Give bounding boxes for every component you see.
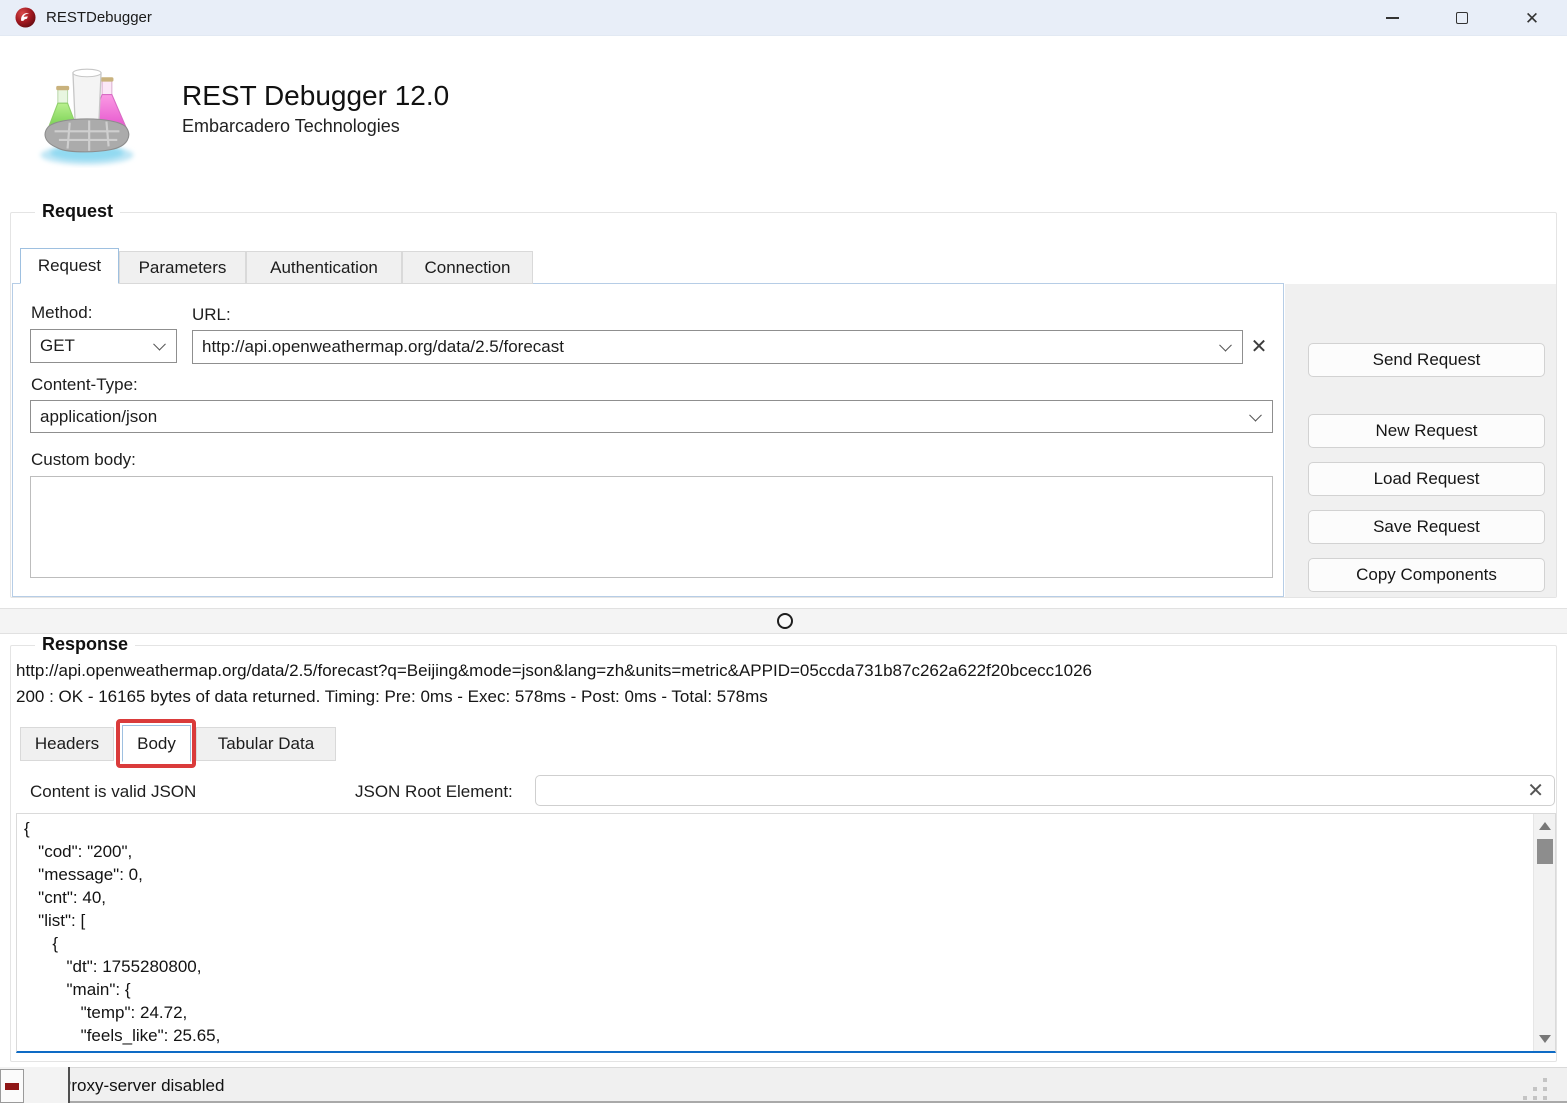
response-request-url: http://api.openweathermap.org/data/2.5/f… xyxy=(16,661,1092,681)
content-type-value: application/json xyxy=(40,407,157,427)
overlap-window-icon xyxy=(0,1069,24,1103)
response-body-memo[interactable]: { "cod": "200", "message": 0, "cnt": 40,… xyxy=(16,813,1556,1053)
response-body-json[interactable]: { "cod": "200", "message": 0, "cnt": 40,… xyxy=(24,817,224,1053)
response-group-label: Response xyxy=(35,634,135,655)
window-title: RESTDebugger xyxy=(46,9,152,26)
annotation-highlight-box xyxy=(116,719,196,768)
content-type-chevron-down-icon xyxy=(1249,408,1262,421)
url-value: http://api.openweathermap.org/data/2.5/f… xyxy=(202,337,564,357)
scroll-up-icon xyxy=(1539,822,1551,830)
new-request-label: New Request xyxy=(1375,421,1477,441)
status-bar: Proxy-server disabled xyxy=(0,1067,1567,1103)
json-root-element-field: ✕ xyxy=(535,775,1555,806)
minimize-icon xyxy=(1386,17,1399,19)
load-request-label: Load Request xyxy=(1374,469,1480,489)
method-value: GET xyxy=(40,336,75,356)
close-icon: ✕ xyxy=(1525,10,1539,27)
scroll-down-icon xyxy=(1539,1035,1551,1043)
maximize-icon xyxy=(1456,12,1468,24)
copy-components-label: Copy Components xyxy=(1356,565,1497,585)
status-bar-text: Proxy-server disabled xyxy=(60,1076,224,1096)
request-group-label: Request xyxy=(35,201,120,222)
json-root-clear-icon[interactable]: ✕ xyxy=(1527,781,1544,801)
new-request-button[interactable]: New Request xyxy=(1308,414,1545,448)
custom-body-input[interactable] xyxy=(30,476,1273,578)
red-dash-icon xyxy=(5,1083,19,1090)
tab-authentication[interactable]: Authentication xyxy=(246,251,402,284)
save-request-label: Save Request xyxy=(1373,517,1480,537)
close-button[interactable]: ✕ xyxy=(1497,0,1567,36)
tab-tabular-data[interactable]: Tabular Data xyxy=(196,727,336,761)
send-request-label: Send Request xyxy=(1373,350,1481,370)
content-type-label: Content-Type: xyxy=(31,375,138,395)
vertical-scrollbar[interactable] xyxy=(1533,814,1555,1051)
tab-connection[interactable]: Connection xyxy=(402,251,533,284)
app-subtitle: Embarcadero Technologies xyxy=(182,116,400,137)
tab-headers-label: Headers xyxy=(35,734,99,754)
method-select[interactable]: GET xyxy=(30,329,177,363)
content-valid-label: Content is valid JSON xyxy=(30,782,196,802)
tab-headers[interactable]: Headers xyxy=(20,727,114,761)
scroll-down-button[interactable] xyxy=(1534,1029,1556,1049)
url-clear-button[interactable]: ✕ xyxy=(1246,334,1272,360)
url-label: URL: xyxy=(192,305,231,325)
maximize-button[interactable] xyxy=(1427,0,1497,36)
rest-debugger-window: RESTDebugger ✕ REST Debugger 12.0 Embarc… xyxy=(0,0,1567,1103)
splitter-handle-icon[interactable] xyxy=(777,613,793,629)
load-request-button[interactable]: Load Request xyxy=(1308,462,1545,496)
title-bar: RESTDebugger ✕ xyxy=(0,0,1567,36)
custom-body-label: Custom body: xyxy=(31,450,136,470)
json-root-element-label: JSON Root Element: xyxy=(355,782,513,802)
scroll-up-button[interactable] xyxy=(1534,816,1556,836)
chevron-down-icon xyxy=(153,338,166,351)
tab-request[interactable]: Request xyxy=(20,248,119,284)
tab-parameters[interactable]: Parameters xyxy=(119,251,246,284)
url-chevron-down-icon xyxy=(1219,339,1232,352)
tab-request-label: Request xyxy=(38,256,101,276)
minimize-button[interactable] xyxy=(1357,0,1427,36)
app-window-icon xyxy=(15,7,36,28)
response-status-line: 200 : OK - 16165 bytes of data returned.… xyxy=(16,687,768,707)
splitter-bar[interactable] xyxy=(0,608,1567,634)
tab-parameters-label: Parameters xyxy=(139,258,227,278)
scrollbar-thumb[interactable] xyxy=(1537,839,1553,864)
copy-components-button[interactable]: Copy Components xyxy=(1308,558,1545,592)
app-title: REST Debugger 12.0 xyxy=(182,80,449,112)
tab-tabular-data-label: Tabular Data xyxy=(218,734,314,754)
method-label: Method: xyxy=(31,303,92,323)
tab-authentication-label: Authentication xyxy=(270,258,378,278)
json-root-element-input[interactable] xyxy=(546,782,1527,800)
overlapping-window-fragment xyxy=(0,1067,70,1103)
send-request-button[interactable]: Send Request xyxy=(1308,343,1545,377)
clear-icon: ✕ xyxy=(1251,337,1268,357)
save-request-button[interactable]: Save Request xyxy=(1308,510,1545,544)
app-logo xyxy=(33,60,141,168)
tab-connection-label: Connection xyxy=(424,258,510,278)
content-type-select[interactable]: application/json xyxy=(30,400,1273,433)
url-input[interactable]: http://api.openweathermap.org/data/2.5/f… xyxy=(192,330,1243,364)
